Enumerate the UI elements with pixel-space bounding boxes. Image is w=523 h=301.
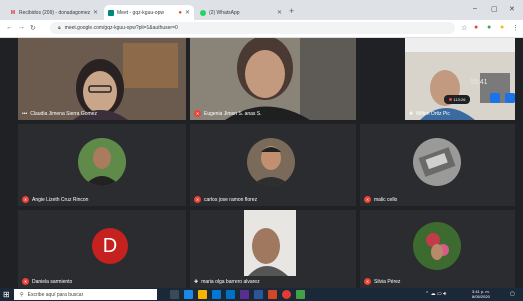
chrome-icon[interactable]: [282, 290, 291, 299]
participant-tile[interactable]: ••• Claudia Jimena Sierra Gomez: [18, 38, 186, 120]
tab-gmail[interactable]: M Recibidos (209) - donadagomez ✕: [6, 5, 102, 20]
recording-dot-icon: ●: [178, 9, 182, 16]
star-icon[interactable]: ☆: [461, 24, 467, 32]
recording-dot-icon: [448, 98, 452, 101]
new-tab-icon[interactable]: +: [289, 6, 294, 16]
tab-title: Meet - gqz-kguu-opw: [117, 9, 164, 16]
participant-name: malic cello: [374, 196, 398, 203]
url-text: meet.google.com/gqz-kguu-opw?pli=1&authu…: [64, 25, 178, 31]
meet-icon: [108, 9, 114, 16]
edge-icon[interactable]: [184, 290, 193, 299]
tab-meet[interactable]: Meet - gqz-kguu-opw ● ✕: [104, 5, 194, 20]
file-explorer-icon[interactable]: [198, 290, 207, 299]
participant-tile[interactable]: ✕ Eugenia Jimen S. anas S.: [190, 38, 356, 120]
avatar: [413, 222, 461, 270]
mic-off-icon: ✕: [364, 278, 371, 285]
recording-time: 113:26: [453, 97, 466, 102]
lock-icon: 🔒︎: [58, 25, 61, 31]
gmail-icon: M: [10, 9, 16, 16]
minimize-icon[interactable]: –: [473, 5, 477, 12]
browser-toolbar: ← → ↻ 🔒︎ meet.google.com/gqz-kguu-opw?pl…: [0, 20, 523, 38]
participant-tile[interactable]: ✕ Angie Lizeth Cruz Rincon: [18, 124, 186, 206]
recording-badge: 113:26: [444, 95, 470, 104]
participant-name: Silvia Pérez: [374, 278, 401, 285]
notification-tray-icons[interactable]: ⌃ ☁ ▭ 🔊︎: [425, 291, 446, 297]
back-icon[interactable]: ←: [6, 24, 13, 31]
whatsapp-icon: [200, 9, 206, 16]
participant-name: Claudia Jimena Sierra Gomez: [30, 111, 97, 117]
participant-video: [190, 38, 356, 120]
participant-tile[interactable]: ✚ maria olga barrero alvarez: [190, 210, 356, 288]
store-icon[interactable]: [212, 290, 221, 299]
forward-icon[interactable]: →: [18, 24, 25, 31]
avatar: [413, 138, 461, 186]
reload-icon[interactable]: ↻: [30, 24, 36, 32]
avatar-initial: D: [102, 234, 118, 257]
menu-icon[interactable]: ⋮: [512, 24, 519, 32]
participant-video: [18, 38, 186, 120]
speaking-indicator-icon: ✚: [194, 279, 199, 285]
participant-video: [244, 210, 296, 276]
taskbar-date: 8/05/2020: [472, 294, 490, 299]
participant-tile[interactable]: ✕ Silvia Pérez: [360, 210, 515, 288]
word-icon[interactable]: [254, 290, 263, 299]
taskbar-search-input[interactable]: ⚲ Escribe aquí para buscar: [14, 289, 157, 300]
mic-off-icon: ✕: [364, 196, 371, 203]
close-window-icon[interactable]: ✕: [509, 5, 515, 13]
mic-off-icon: ✕: [194, 110, 201, 117]
chat-icon[interactable]: [505, 93, 515, 103]
avatar: D: [92, 228, 128, 264]
participant-name: carlos jose ramon florez: [204, 196, 258, 203]
participant-tile[interactable]: ✕ malic cello: [360, 124, 515, 206]
tab-title: Recibidos (209) - donadagomez: [19, 9, 91, 16]
meet-grid: ••• Claudia Jimena Sierra Gomez ✕ Eugeni…: [0, 38, 523, 288]
address-bar[interactable]: 🔒︎ meet.google.com/gqz-kguu-opw?pli=1&au…: [50, 22, 455, 34]
avatar: [247, 138, 295, 186]
participant-name: Milton Ortiz Pic: [416, 111, 450, 117]
windows-start-icon[interactable]: ⊞: [3, 290, 10, 299]
avatar: [78, 138, 126, 186]
action-center-icon[interactable]: ▢: [510, 291, 515, 297]
mic-off-icon: ✕: [194, 196, 201, 203]
mic-off-icon: ✕: [22, 196, 29, 203]
windows-taskbar: ⊞ ⚲ Escribe aquí para buscar ⌃ ☁ ▭ 🔊︎ 3:…: [0, 288, 523, 301]
app-icon[interactable]: [296, 290, 305, 299]
powerpoint-icon[interactable]: [268, 290, 277, 299]
browser-tab-strip: M Recibidos (209) - donadagomez ✕ Meet -…: [0, 0, 523, 20]
mic-off-icon: ✕: [22, 278, 29, 285]
search-placeholder: Escribe aquí para buscar: [27, 291, 84, 298]
search-icon: ⚲: [20, 291, 24, 298]
close-icon[interactable]: ✕: [93, 9, 98, 16]
participant-name: Angie Lizeth Cruz Rincon: [32, 196, 89, 203]
close-icon[interactable]: ✕: [277, 9, 282, 16]
close-icon[interactable]: ✕: [185, 9, 190, 16]
participant-name: maria olga barrero alvarez: [201, 279, 260, 285]
tab-title: (2) WhatsApp: [209, 9, 240, 16]
extension-icon[interactable]: ●: [487, 24, 491, 31]
mail-icon[interactable]: [226, 290, 235, 299]
participant-tile[interactable]: ✕ carlos jose ramon florez: [190, 124, 356, 206]
task-view-icon[interactable]: [170, 290, 179, 299]
participant-tile[interactable]: D ✕ Daniela sarmiento: [18, 210, 186, 288]
meeting-clock: 15:41: [470, 79, 488, 86]
speaking-indicator-icon: •••: [22, 111, 28, 117]
participant-name: Eugenia Jimen S. anas S.: [204, 110, 262, 117]
participant-tile[interactable]: ✚ Milton Ortiz Pic: [405, 38, 515, 120]
participant-name: Daniela sarmiento: [32, 278, 73, 285]
speaking-indicator-icon: ✚: [409, 111, 414, 117]
tab-whatsapp[interactable]: (2) WhatsApp ✕: [196, 5, 286, 20]
participant-video: [405, 38, 515, 120]
present-icon[interactable]: [490, 93, 500, 103]
maximize-icon[interactable]: ▢: [491, 5, 498, 13]
app-icon[interactable]: [240, 290, 249, 299]
profile-icon[interactable]: ●: [500, 24, 504, 31]
extension-icon[interactable]: ●: [474, 24, 478, 31]
